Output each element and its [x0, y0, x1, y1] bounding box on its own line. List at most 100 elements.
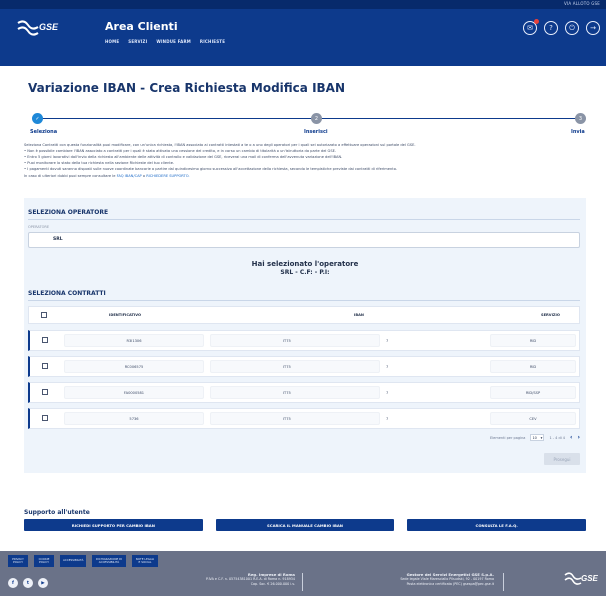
per-page-select[interactable]: 10 ▾ — [530, 434, 545, 441]
row-identificativo: FA0000581 — [64, 386, 204, 399]
faq-link[interactable]: FAQ IBAN/CAP — [117, 174, 142, 178]
row-servizio: RID — [490, 334, 576, 347]
select-all-checkbox[interactable] — [41, 312, 47, 318]
next-page-icon[interactable]: › — [578, 434, 580, 441]
download-manual-button[interactable]: SCARICA IL MANUALE CAMBIO IBAN — [215, 519, 395, 531]
row-servizio: RID/SSP — [490, 386, 576, 399]
help-prefix: In caso di ulteriori dubbi puoi sempre c… — [24, 174, 117, 178]
pagination: Elementi per pagina 10 ▾ 1 - 4 di 4 ‹ › — [490, 434, 580, 441]
per-page-label: Elementi per pagina — [490, 435, 526, 440]
nav-servizi[interactable]: SERVIZI — [128, 39, 147, 44]
operator-divider — [28, 219, 580, 220]
notification-dot-icon — [534, 19, 539, 24]
nav-richieste[interactable]: RICHIESTE — [200, 39, 225, 44]
page-title: Variazione IBAN - Crea Richiesta Modific… — [28, 81, 346, 95]
row-iban: IT75 — [210, 360, 380, 373]
row-identificativo: R3I1306 — [64, 334, 204, 347]
top-strip: VIA ALLOTO GSE — [0, 0, 606, 9]
footer-link-accessibility-statement[interactable]: DICHIARAZIONE DI ACCESSIBILITÀ — [92, 555, 126, 567]
facebook-icon[interactable]: f — [8, 578, 18, 588]
intro-paragraph: Seleziona Contratti con questa funzional… — [24, 143, 416, 147]
footer-link-legal[interactable]: NOTE LEGALI E SOCIAL — [132, 555, 158, 567]
step-1-label: Seleziona — [30, 129, 58, 135]
step-3-label: Invia — [571, 129, 585, 135]
table-row[interactable]: R3I1306 IT75 7 RID — [28, 330, 580, 351]
table-row[interactable]: FA0000581 IT75 7 RID/SSP — [28, 382, 580, 403]
row-identificativo: RC006575 — [64, 360, 204, 373]
twitter-icon[interactable]: t — [23, 578, 33, 588]
table-row[interactable]: 5736 IT75 7 CEV — [28, 408, 580, 429]
footer-divider — [302, 573, 303, 591]
column-servizio: SERVIZIO — [541, 313, 560, 317]
column-iban: IBAN — [354, 313, 364, 317]
footer-social: f t ▶ — [8, 578, 48, 588]
row-iban: IT75 — [210, 386, 380, 399]
header-meta: VIA ALLOTO GSE — [564, 1, 600, 6]
row-checkbox[interactable] — [42, 337, 48, 343]
row-identificativo: 5736 — [64, 412, 204, 425]
footer-divider — [503, 573, 504, 591]
footer: PRIVACY POLICY COOKIE POLICY ACCESSIBILI… — [0, 551, 606, 596]
footer-registry-line2: Cap. Soc. € 26.000.000 i.v. — [250, 581, 295, 586]
step-2-dot: 2 — [311, 113, 322, 124]
app-title: Area Clienti — [105, 20, 178, 33]
operator-section-title: SELEZIONA OPERATORE — [28, 209, 109, 216]
per-page-value: 10 — [532, 435, 537, 440]
proceed-button[interactable]: Prosegui — [544, 453, 580, 465]
help-line: In caso di ulteriori dubbi puoi sempre c… — [24, 174, 584, 179]
row-checkbox[interactable] — [42, 415, 48, 421]
row-iban: IT75 — [210, 334, 380, 347]
stepper-line — [38, 118, 578, 119]
row-iban-mark: 7 — [386, 364, 389, 369]
row-checkbox[interactable] — [42, 389, 48, 395]
intro-bullet-4: • I pagamenti dovuti saranno disposti su… — [24, 167, 397, 171]
footer-link-privacy[interactable]: PRIVACY POLICY — [8, 555, 28, 567]
footer-registry: Reg. Imprese di Roma P.IVA e C.F. n. 057… — [125, 572, 295, 586]
request-support-button[interactable]: RICHIEDI SUPPORTO PER CAMBIO IBAN — [24, 519, 203, 531]
support-link[interactable]: RICHIEDERE SUPPORTO. — [146, 174, 189, 178]
top-header: VIA ALLOTO GSE GSE Area Clienti HOME SER… — [0, 0, 606, 66]
notification-icon[interactable]: ✉ — [523, 19, 539, 35]
step-2-label: Inserisci — [304, 129, 328, 135]
footer-logo-text: GSE — [581, 574, 598, 583]
step-3-dot: 3 — [575, 113, 586, 124]
footer-link-accessibility[interactable]: ACCESSIBILITÀ — [60, 555, 86, 567]
nav-windue-farm[interactable]: WINDUE FARM — [156, 39, 191, 44]
faq-button[interactable]: CONSULTA LE F.A.Q. — [407, 519, 587, 531]
row-iban-mark: 7 — [386, 416, 389, 421]
help-icon[interactable]: ? — [544, 21, 558, 35]
intro-text: Seleziona Contratti con questa funzional… — [24, 143, 584, 180]
table-header: IDENTIFICATIVO IBAN SERVIZIO — [28, 306, 580, 324]
youtube-icon[interactable]: ▶ — [38, 578, 48, 588]
footer-links: PRIVACY POLICY COOKIE POLICY ACCESSIBILI… — [8, 555, 158, 567]
intro-bullet-1: • Non è possibile cambiare l'IBAN associ… — [24, 149, 337, 153]
contracts-divider — [28, 300, 580, 301]
header-icons: ✉ ? ⏻ → — [523, 19, 600, 35]
intro-bullet-2: • Entro 5 giorni lavorativi dall'invio d… — [24, 155, 343, 159]
column-identificativo: IDENTIFICATIVO — [109, 313, 142, 317]
nav-home[interactable]: HOME — [105, 39, 119, 44]
operator-field-label: OPERATORE — [28, 225, 50, 229]
logo-text: GSE — [39, 22, 59, 32]
footer-company-line2: Posta elettronica certificata (PEC) gses… — [406, 581, 494, 586]
row-iban-mark: 7 — [386, 338, 389, 343]
gse-logo[interactable]: GSE — [16, 17, 60, 43]
selected-operator-heading: Hai selezionato l'operatore — [251, 260, 359, 268]
power-icon[interactable]: ⏻ — [565, 21, 579, 35]
footer-gse-logo: GSE — [564, 570, 599, 592]
operator-select[interactable]: SRL — [28, 232, 580, 248]
footer-company: Gestore dei Servizi Energetici GSE S.p.A… — [319, 572, 494, 586]
logout-icon[interactable]: → — [586, 21, 600, 35]
row-servizio: RID — [490, 360, 576, 373]
table-row[interactable]: RC006575 IT75 7 RID — [28, 356, 580, 377]
stepper: ✓ 2 3 Seleziona Inserisci Invia — [30, 113, 586, 139]
prev-page-icon[interactable]: ‹ — [570, 434, 572, 441]
chevron-down-icon: ▾ — [540, 435, 543, 440]
support-buttons: RICHIEDI SUPPORTO PER CAMBIO IBAN SCARIC… — [24, 519, 587, 531]
row-iban-mark: 7 — [386, 390, 389, 395]
footer-link-cookie[interactable]: COOKIE POLICY — [34, 555, 54, 567]
selected-operator: Hai selezionato l'operatore SRL - C.F: -… — [24, 260, 586, 276]
row-checkbox[interactable] — [42, 363, 48, 369]
row-iban: IT75 — [210, 412, 380, 425]
step-1-check-icon: ✓ — [32, 113, 43, 124]
